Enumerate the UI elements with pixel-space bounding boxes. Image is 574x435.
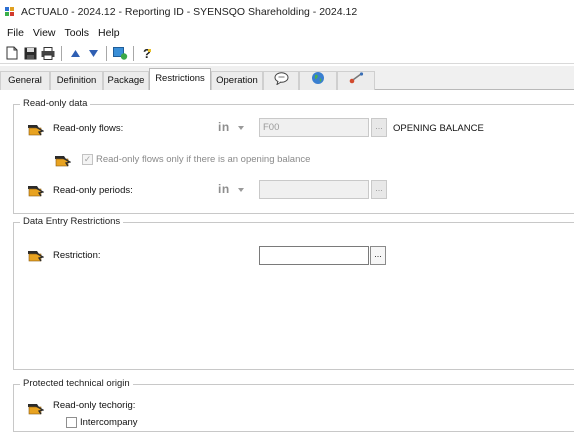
restriction-tool-icon <box>28 183 45 197</box>
tab-definition[interactable]: Definition <box>50 71 103 90</box>
help-icon[interactable]: ? <box>139 45 155 61</box>
menu-help[interactable]: Help <box>94 27 125 39</box>
tab-general[interactable]: General <box>0 71 50 90</box>
speech-bubble-icon <box>274 71 289 91</box>
save-icon[interactable] <box>22 45 38 61</box>
readonly-periods-label: Read-only periods: <box>53 185 133 196</box>
toolbar-separator <box>133 45 134 61</box>
flows-operator[interactable]: in <box>218 120 230 134</box>
restriction-tool-icon <box>55 153 72 167</box>
group-legend: Protected technical origin <box>20 378 133 389</box>
tab-package[interactable]: Package <box>103 71 149 90</box>
tab-restrictions[interactable]: Restrictions <box>149 68 211 91</box>
tab-bar: General Definition Package Restrictions … <box>0 66 574 91</box>
svg-text:?: ? <box>143 46 151 60</box>
menu-view[interactable]: View <box>29 27 61 39</box>
intercompany-checkbox[interactable] <box>66 417 77 428</box>
data-entry-restrictions-group: Data Entry Restrictions <box>13 216 574 370</box>
restriction-browse-button[interactable]: ... <box>370 246 386 265</box>
flows-browse-button[interactable]: ... <box>371 118 387 137</box>
tab-comments[interactable] <box>263 71 299 90</box>
toolbar-separator <box>61 45 62 61</box>
tab-translations[interactable] <box>299 71 337 90</box>
intercompany-label: Intercompany <box>80 417 138 428</box>
restriction-tool-icon <box>28 248 45 262</box>
chevron-down-icon[interactable] <box>238 188 244 192</box>
opening-balance-checkbox[interactable]: ✓ <box>82 154 93 165</box>
periods-operator[interactable]: in <box>218 182 230 196</box>
menu-file[interactable]: File <box>3 27 29 39</box>
menu-bar: File View Tools Help <box>0 25 574 41</box>
toolbar: ? <box>0 43 574 64</box>
readonly-flows-field[interactable]: F00 <box>259 118 369 137</box>
opening-balance-label: Read-only flows only if there is an open… <box>96 154 311 165</box>
link-icon <box>349 72 364 90</box>
restriction-field[interactable] <box>259 246 369 265</box>
readonly-flows-label: Read-only flows: <box>53 123 124 134</box>
print-icon[interactable] <box>40 45 56 61</box>
tab-links[interactable] <box>337 71 375 90</box>
toolbar-separator <box>106 45 107 61</box>
run-icon[interactable] <box>112 45 128 61</box>
group-legend: Data Entry Restrictions <box>20 216 124 227</box>
group-legend: Read-only data <box>20 98 91 109</box>
window-title: ACTUAL0 - 2024.12 - Reporting ID - SYENS… <box>21 6 358 18</box>
title-bar: ACTUAL0 - 2024.12 - Reporting ID - SYENS… <box>0 0 574 24</box>
restrictions-panel: Read-only data Read-only flows: in F00 .… <box>0 90 574 435</box>
periods-browse-button[interactable]: ... <box>371 180 387 199</box>
check-mark-icon: ✓ <box>83 154 92 164</box>
readonly-techorig-label: Read-only techorig: <box>53 400 136 411</box>
restriction-tool-icon <box>28 122 45 136</box>
restriction-tool-icon <box>28 401 45 415</box>
new-document-icon[interactable] <box>4 45 20 61</box>
tab-operation[interactable]: Operation <box>211 71 263 90</box>
globe-icon <box>311 71 325 91</box>
grid-app-icon <box>5 6 16 18</box>
readonly-periods-field[interactable] <box>259 180 369 199</box>
menu-tools[interactable]: Tools <box>61 27 95 39</box>
arrow-down-icon[interactable] <box>85 45 101 61</box>
flows-description: OPENING BALANCE <box>393 123 484 134</box>
restriction-label: Restriction: <box>53 250 101 261</box>
chevron-down-icon[interactable] <box>238 126 244 130</box>
arrow-up-icon[interactable] <box>67 45 83 61</box>
